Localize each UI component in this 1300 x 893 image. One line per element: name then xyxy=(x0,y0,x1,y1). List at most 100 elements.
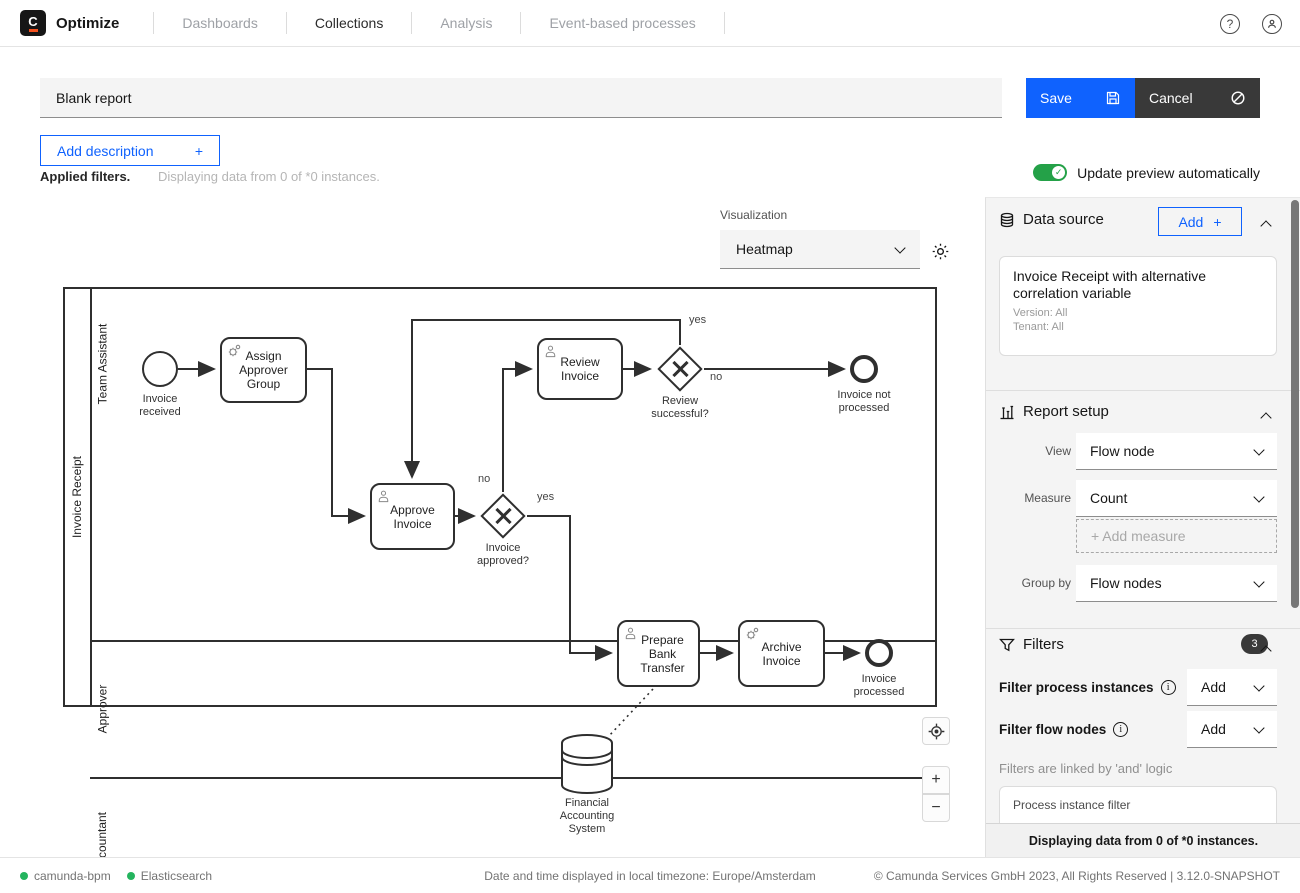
connection-status: camunda-bpm Elasticsearch xyxy=(20,858,212,893)
update-preview-label: Update preview automatically xyxy=(1077,165,1260,181)
lane-label-team-assistant: Team Assistant xyxy=(90,289,114,438)
toggle-knob: ✓ xyxy=(1052,166,1065,179)
database-icon xyxy=(999,212,1015,228)
status-green-dot xyxy=(20,872,28,880)
info-icon[interactable]: i xyxy=(1161,680,1176,695)
update-preview-toggle[interactable]: ✓ xyxy=(1033,164,1067,181)
fit-diagram-button[interactable] xyxy=(922,717,950,745)
data-source-title: Data source xyxy=(1023,211,1104,228)
sidebar-scrollbar[interactable] xyxy=(1291,200,1299,608)
gear-icon xyxy=(931,242,950,261)
visualization-settings-button[interactable] xyxy=(928,239,952,263)
measure-dropdown[interactable]: Count xyxy=(1076,480,1277,517)
nav-divider xyxy=(724,12,725,34)
report-setup-title: Report setup xyxy=(1023,403,1109,420)
pool-label: Invoice Receipt xyxy=(71,456,85,538)
add-measure-button[interactable]: + Add measure xyxy=(1076,519,1277,553)
collapse-report-setup-icon[interactable] xyxy=(1260,412,1271,423)
collapse-data-source-icon[interactable] xyxy=(1260,220,1271,231)
user-task-icon xyxy=(376,489,391,507)
bpmn-datastore-financial-accounting-system[interactable] xyxy=(560,733,614,800)
nav-item-event-based-processes[interactable]: Event-based processes xyxy=(521,15,723,31)
group-by-dropdown[interactable]: Flow nodes xyxy=(1076,565,1277,602)
zoom-out-button[interactable]: − xyxy=(922,794,950,822)
add-process-instance-filter-dropdown[interactable]: Add xyxy=(1187,669,1277,706)
visualization-dropdown[interactable]: Heatmap xyxy=(720,230,920,269)
bar-chart-icon xyxy=(999,404,1015,420)
bpmn-task-approve-invoice[interactable]: Approve Invoice xyxy=(370,483,455,550)
help-icon[interactable]: ? xyxy=(1220,14,1240,34)
filter-logic-note: Filters are linked by 'and' logic xyxy=(999,761,1172,776)
status-elasticsearch: Elasticsearch xyxy=(127,869,212,883)
process-instance-filter-card[interactable]: Process instance filter xyxy=(999,786,1277,823)
filters-header: Filters 3 xyxy=(999,636,1064,653)
flow-label-review-no: no xyxy=(710,371,722,383)
start-event-label: Invoice received xyxy=(125,393,195,419)
header-actions: ? xyxy=(1220,0,1282,47)
bpmn-gateway-invoice-approved[interactable] xyxy=(479,492,527,540)
bpmn-gateway-review-successful[interactable] xyxy=(656,345,704,393)
user-profile-icon[interactable] xyxy=(1262,14,1282,34)
camunda-logo-letter: C xyxy=(28,15,37,28)
bpmn-start-event-invoice-received[interactable] xyxy=(142,351,178,387)
view-dropdown[interactable]: Flow node xyxy=(1076,433,1277,470)
filters-title: Filters xyxy=(1023,636,1064,653)
main-nav: Dashboards Collections Analysis Event-ba… xyxy=(153,0,724,46)
plus-icon: + xyxy=(195,143,203,159)
sidebar-instance-summary: Displaying data from 0 of *0 instances. xyxy=(986,823,1300,858)
plus-icon: + xyxy=(1213,214,1221,230)
end-event-processed-label: Invoice processed xyxy=(844,673,914,699)
chevron-down-icon xyxy=(1253,491,1264,502)
cancel-icon xyxy=(1230,90,1246,106)
bpmn-end-event-invoice-processed[interactable] xyxy=(865,639,893,667)
add-flow-node-filter-dropdown[interactable]: Add xyxy=(1187,711,1277,748)
user-task-icon xyxy=(623,626,638,644)
status-camunda-bpm: camunda-bpm xyxy=(20,869,111,883)
chevron-down-icon xyxy=(1253,576,1264,587)
flow-label-approved-yes: yes xyxy=(537,491,554,503)
data-source-tenant: Tenant: All xyxy=(1013,320,1263,334)
report-preview-canvas: Visualization Heatmap Invoice Receipt Te… xyxy=(0,197,985,857)
save-icon xyxy=(1105,90,1121,106)
visualization-value: Heatmap xyxy=(736,241,793,257)
report-setup-header: Report setup xyxy=(999,403,1109,420)
bpmn-task-prepare-bank-transfer[interactable]: Prepare Bank Transfer xyxy=(617,620,700,687)
optimize-app: C Optimize Dashboards Collections Analys… xyxy=(0,0,1300,893)
bpmn-task-archive-invoice[interactable]: Archive Invoice xyxy=(738,620,825,687)
section-divider xyxy=(986,628,1300,629)
camunda-logo[interactable]: C xyxy=(20,10,46,36)
add-description-button[interactable]: Add description + xyxy=(40,135,220,166)
filter-flow-nodes-label: Filter flow nodes i xyxy=(999,722,1128,737)
nav-item-analysis[interactable]: Analysis xyxy=(412,15,520,31)
datastore-label: Financial Accounting System xyxy=(547,797,627,836)
end-event-not-processed-label: Invoice not processed xyxy=(829,389,899,415)
status-green-dot xyxy=(127,872,135,880)
pool-label-cell: Invoice Receipt xyxy=(65,289,92,705)
service-gears-icon xyxy=(744,626,760,645)
zoom-in-button[interactable]: + xyxy=(922,766,950,794)
bpmn-task-assign-approver-group[interactable]: Assign Approver Group xyxy=(220,337,307,403)
save-button[interactable]: Save xyxy=(1026,78,1135,118)
nav-item-dashboards[interactable]: Dashboards xyxy=(154,15,286,31)
nav-item-collections[interactable]: Collections xyxy=(287,15,411,31)
chevron-down-icon xyxy=(1253,680,1264,691)
bpmn-task-review-invoice[interactable]: Review Invoice xyxy=(537,338,623,400)
info-icon[interactable]: i xyxy=(1113,722,1128,737)
data-source-name: Invoice Receipt with alternative correla… xyxy=(1013,268,1263,302)
camunda-logo-underline xyxy=(29,29,38,32)
save-button-label: Save xyxy=(1040,90,1072,106)
flow-label-review-yes: yes xyxy=(689,314,706,326)
data-source-card[interactable]: Invoice Receipt with alternative correla… xyxy=(999,256,1277,356)
user-task-icon xyxy=(543,344,558,362)
report-name-input[interactable] xyxy=(40,78,1002,118)
applied-filters-row: Applied filters. Displaying data from 0 … xyxy=(40,169,130,184)
cancel-button[interactable]: Cancel xyxy=(1135,78,1260,118)
bpmn-end-event-invoice-not-processed[interactable] xyxy=(850,355,878,383)
gateway-label: Review successful? xyxy=(640,395,720,421)
lane-divider xyxy=(90,777,937,779)
visualization-label: Visualization xyxy=(720,208,787,222)
measure-label: Measure xyxy=(986,491,1071,505)
gateway-label: Invoice approved? xyxy=(463,542,543,568)
add-data-source-button[interactable]: Add + xyxy=(1158,207,1242,236)
filter-funnel-icon xyxy=(999,637,1015,653)
